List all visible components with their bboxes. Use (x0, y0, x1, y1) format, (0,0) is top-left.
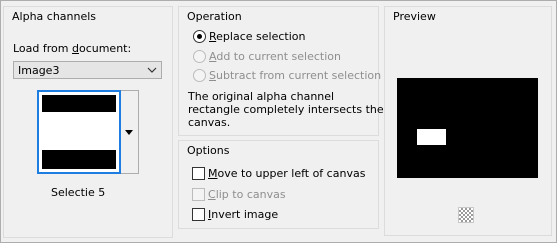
subtract-from-selection-label[interactable]: Subtract from current selection (209, 69, 381, 82)
replace-selection-label[interactable]: Replace selection (209, 30, 305, 43)
selection-name-label: Selectie 5 (51, 186, 106, 199)
preview-selection-area (417, 129, 446, 145)
thumbnail-selection-area (42, 112, 116, 150)
subtract-from-selection-radio[interactable] (193, 69, 206, 82)
options-title: Options (187, 144, 230, 157)
invert-image-label[interactable]: Invert image (208, 208, 278, 221)
move-to-upper-left-checkbox[interactable] (192, 167, 205, 180)
alpha-channel-thumbnail[interactable] (37, 90, 121, 174)
chevron-down-icon (147, 67, 157, 73)
intersection-message-line-1: The original alpha channel (188, 90, 335, 103)
alpha-channels-title: Alpha channels (12, 10, 97, 23)
clip-to-canvas-label[interactable]: Clip to canvas (208, 188, 286, 201)
dropdown-arrow-icon (125, 130, 133, 135)
document-select[interactable]: Image3 (13, 61, 162, 79)
preview-canvas (397, 78, 538, 178)
intersection-message-line-2: rectangle completely intersects the (188, 103, 384, 116)
operation-title: Operation (187, 10, 242, 23)
transparency-checker-icon[interactable] (458, 207, 474, 223)
add-to-selection-label[interactable]: Add to current selection (209, 50, 341, 63)
thumbnail-dropdown-button[interactable] (121, 90, 139, 174)
load-from-document-label: Load from document: (13, 42, 132, 55)
preview-title: Preview (393, 10, 436, 23)
intersection-message-line-3: canvas. (188, 116, 231, 129)
radio-selected-dot (197, 34, 202, 39)
clip-to-canvas-checkbox[interactable] (192, 188, 205, 201)
thumbnail-image (42, 95, 116, 169)
move-to-upper-left-label[interactable]: Move to upper left of canvas (208, 167, 365, 180)
add-to-selection-radio[interactable] (193, 50, 206, 63)
replace-selection-radio[interactable] (193, 30, 206, 43)
document-select-value: Image3 (18, 64, 60, 77)
invert-image-checkbox[interactable] (192, 208, 205, 221)
